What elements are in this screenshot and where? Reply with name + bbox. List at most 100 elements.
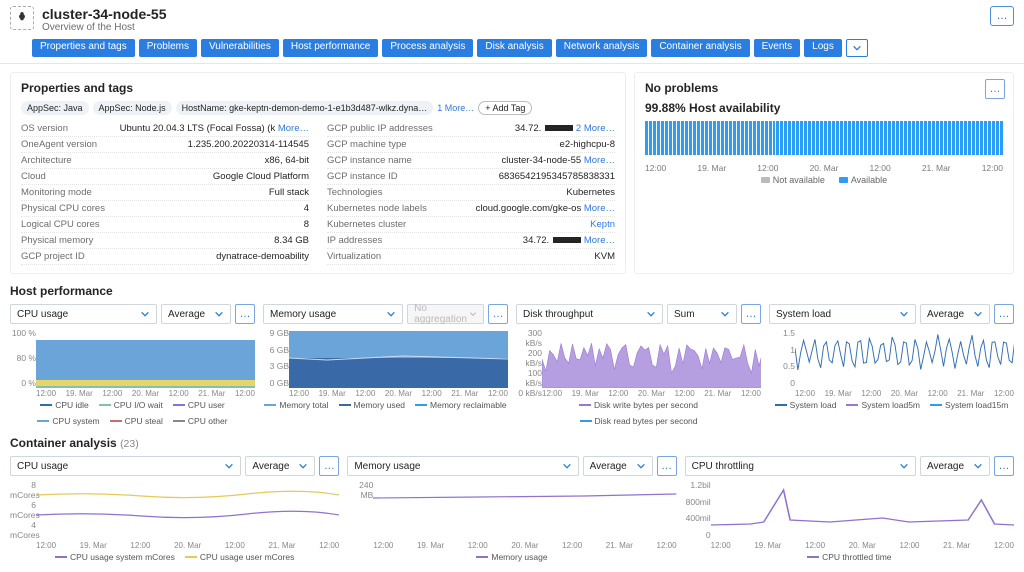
panel-more-button[interactable]: …: [994, 304, 1014, 324]
property-key: Logical CPU cores: [21, 219, 100, 230]
metric-select[interactable]: Memory usage: [347, 456, 578, 476]
panel-more-button[interactable]: …: [319, 456, 339, 476]
metric-select[interactable]: CPU throttling: [685, 456, 916, 476]
tag-appsec-java[interactable]: AppSec: Java: [21, 101, 89, 115]
axis-tick: 12:00: [899, 541, 919, 550]
metric-select[interactable]: Disk throughput: [516, 304, 663, 324]
tab-events[interactable]: Events: [754, 39, 801, 57]
axis-tick: 4 mCores: [10, 520, 36, 540]
property-key: OneAgent version: [21, 139, 97, 150]
axis-tick: 12:00: [928, 389, 948, 398]
availability-title: 99.88% Host availability: [645, 101, 1003, 115]
axis-tick: 9 GB: [263, 328, 289, 338]
axis-tick: 20. Mar: [638, 389, 665, 398]
aggregation-select[interactable]: Sum: [667, 304, 737, 324]
tab-host-performance[interactable]: Host performance: [283, 39, 378, 57]
legend-item: Memory total: [264, 400, 328, 410]
axis-tick: 20. Mar: [385, 389, 412, 398]
aggregation-select[interactable]: Average: [245, 456, 315, 476]
legend-item: Disk read bytes per second: [580, 416, 698, 426]
header-more-button[interactable]: …: [990, 6, 1014, 26]
property-link[interactable]: Keptn: [590, 219, 615, 230]
problems-more-button[interactable]: …: [985, 79, 1005, 99]
tag-hostname[interactable]: HostName: gke-keptn-demon-demo-1-e1b3d48…: [176, 101, 434, 115]
panel-more-button[interactable]: …: [741, 304, 761, 324]
axis-tick: 12:00: [355, 389, 375, 398]
tags-more-link[interactable]: 1 More…: [437, 103, 474, 113]
tab-more-dropdown[interactable]: [846, 39, 868, 57]
axis-tick: 100 %: [10, 328, 36, 338]
property-more-link[interactable]: More…: [278, 123, 309, 134]
property-key: Kubernetes cluster: [327, 219, 406, 230]
axis-tick: 19. Mar: [697, 163, 726, 173]
chart: 9 GB6 GB3 GB0 GB12:0019. Mar12:0020. Mar…: [263, 328, 508, 398]
chevron-down-icon: [899, 461, 909, 471]
add-tag-button[interactable]: + Add Tag: [478, 101, 532, 115]
axis-tick: 12:00: [319, 541, 339, 550]
tab-network-analysis[interactable]: Network analysis: [556, 39, 648, 57]
tab-disk-analysis[interactable]: Disk analysis: [477, 39, 551, 57]
property-value: 4: [111, 203, 309, 214]
property-row: Physical memory8.34 GB: [21, 233, 309, 249]
property-value: 34.72. 2 More…: [439, 123, 615, 134]
legend-item: CPU throttled time: [807, 552, 891, 562]
panel-more-button[interactable]: …: [657, 456, 677, 476]
chevron-down-icon: [386, 309, 396, 319]
metric-select[interactable]: CPU usage: [10, 304, 157, 324]
aggregation-select[interactable]: Average: [161, 304, 231, 324]
axis-tick: 12:00: [488, 389, 508, 398]
metric-select[interactable]: Memory usage: [263, 304, 403, 324]
tab-properties[interactable]: Properties and tags: [32, 39, 135, 57]
panel-more-button[interactable]: …: [488, 304, 508, 324]
axis-tick: 12:00: [861, 389, 881, 398]
aggregation-select[interactable]: Average: [920, 456, 990, 476]
aggregation-select: No aggregation: [407, 304, 484, 324]
metric-select[interactable]: System load: [769, 304, 916, 324]
nav-tabs: Properties and tags Problems Vulnerabili…: [0, 37, 1024, 64]
axis-tick: 12:00: [711, 541, 731, 550]
axis-tick: 12:00: [130, 541, 150, 550]
tab-logs[interactable]: Logs: [804, 39, 842, 57]
property-key: GCP machine type: [327, 139, 407, 150]
chevron-down-icon: [720, 309, 730, 319]
property-value: Ubuntu 20.04.3 LTS (Focal Fossa) (k More…: [74, 123, 309, 134]
axis-tick: 12:00: [225, 541, 245, 550]
property-value: 6836542195345785838331: [404, 171, 615, 182]
property-value: cloud.google.com/gke-os More…: [433, 203, 615, 214]
chevron-down-icon: [973, 461, 983, 471]
panel-more-button[interactable]: …: [235, 304, 255, 324]
property-more-link[interactable]: 2 More…: [576, 123, 615, 134]
chart: 100 %80 %0 %12:0019. Mar12:0020. Mar12:0…: [10, 328, 255, 398]
property-value: Full stack: [98, 187, 309, 198]
property-key: Cloud: [21, 171, 46, 182]
aggregation-select[interactable]: Average: [920, 304, 990, 324]
property-more-link[interactable]: More…: [584, 235, 615, 246]
axis-tick: 12:00: [289, 389, 309, 398]
axis-tick: 21. Mar: [451, 389, 478, 398]
metric-select[interactable]: CPU usage: [10, 456, 241, 476]
property-more-link[interactable]: More…: [584, 155, 615, 166]
property-value: Kubernetes: [388, 187, 615, 198]
axis-tick: 12:00: [542, 389, 562, 398]
legend-item: CPU steal: [110, 416, 163, 426]
property-row: GCP instance namecluster-34-node-55 More…: [327, 153, 615, 169]
tab-vulnerabilities[interactable]: Vulnerabilities: [201, 39, 279, 57]
property-key: IP addresses: [327, 235, 382, 246]
property-key: Monitoring mode: [21, 187, 92, 198]
axis-tick: 12:00: [994, 541, 1014, 550]
panel-more-button[interactable]: …: [994, 456, 1014, 476]
axis-tick: 100 kB/s: [516, 368, 542, 388]
aggregation-select[interactable]: Average: [583, 456, 653, 476]
redacted-ip-icon: [545, 125, 573, 131]
axis-tick: 20. Mar: [511, 541, 538, 550]
tab-problems[interactable]: Problems: [139, 39, 197, 57]
property-more-link[interactable]: More…: [584, 203, 615, 214]
property-value: 1.235.200.20220314-114545: [103, 139, 309, 150]
legend-item: System load15m: [930, 400, 1008, 410]
legend-item: CPU idle: [40, 400, 89, 410]
tag-appsec-node[interactable]: AppSec: Node.js: [93, 101, 172, 115]
axis-tick: 21. Mar: [943, 541, 970, 550]
availability-chart: [645, 121, 1003, 161]
tab-container-analysis[interactable]: Container analysis: [651, 39, 749, 57]
tab-process-analysis[interactable]: Process analysis: [382, 39, 473, 57]
